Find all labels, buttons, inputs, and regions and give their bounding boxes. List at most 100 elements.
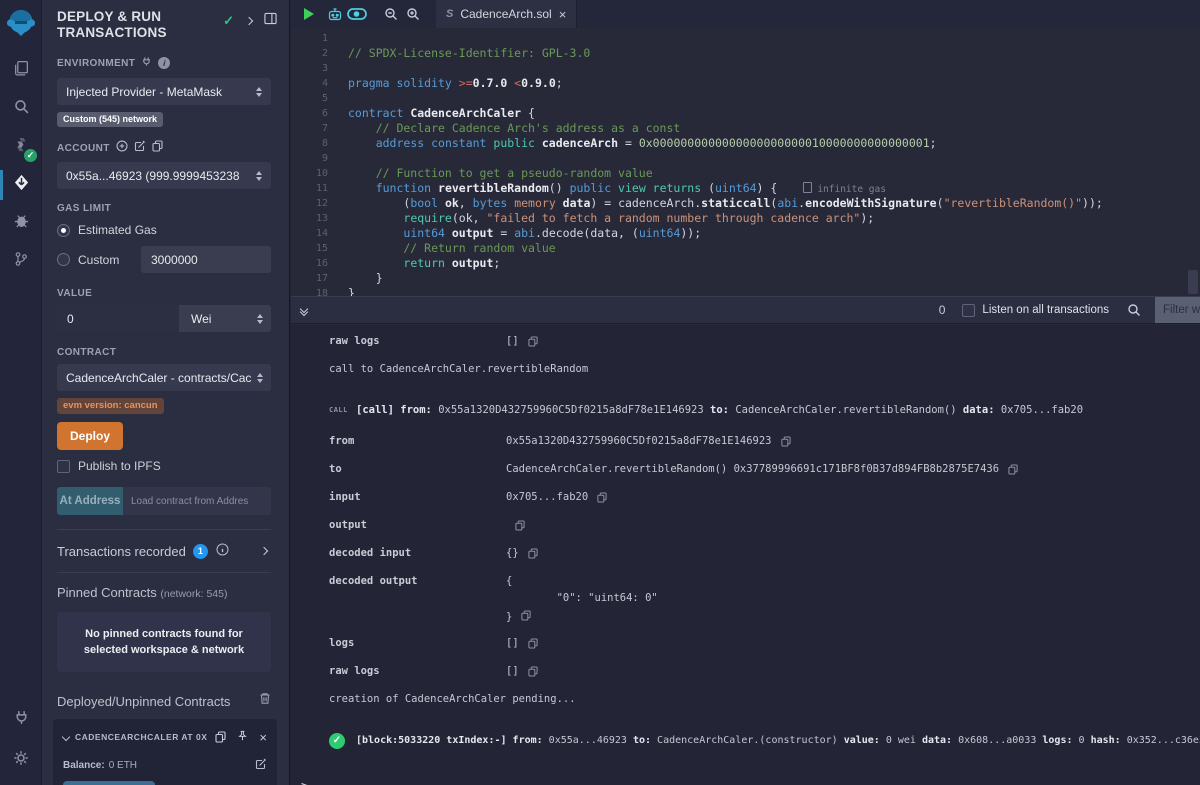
chevron-right-icon[interactable] — [245, 17, 253, 25]
split-view-icon[interactable] — [264, 12, 277, 30]
sidebar-item-debugger[interactable] — [0, 205, 42, 241]
add-account-icon[interactable] — [116, 139, 128, 157]
copy-icon[interactable] — [528, 638, 538, 649]
custom-gas-input[interactable] — [141, 246, 271, 273]
at-address-input[interactable] — [123, 487, 271, 515]
detail-value: [] — [506, 635, 519, 652]
edit-account-icon[interactable] — [134, 139, 146, 157]
listen-all-checkbox[interactable] — [962, 304, 975, 317]
copy-icon[interactable] — [528, 336, 538, 347]
terminal-filter-input[interactable] — [1155, 296, 1200, 324]
value-input[interactable] — [57, 305, 179, 332]
detail-key: raw logs — [329, 663, 506, 680]
sidebar-item-file-explorer[interactable] — [0, 53, 42, 89]
publish-ipfs-checkbox[interactable] — [57, 460, 70, 473]
log-value: CadenceArchCaler.revertibleRandom() — [729, 404, 963, 416]
transactions-recorded-row[interactable]: Transactions recorded 1 — [57, 530, 271, 572]
code-text: uint64 output = abi.decode(data, (uint64… — [348, 226, 701, 241]
search-icon — [13, 98, 30, 120]
deploy-button[interactable]: Deploy — [57, 422, 123, 450]
code-line: 16 return output; — [291, 256, 1200, 271]
evm-version-badge: evm version: cancun — [57, 398, 164, 414]
value-unit-select[interactable]: Wei — [179, 305, 271, 332]
copilot-toggle-icon[interactable] — [346, 3, 368, 25]
copy-icon[interactable] — [597, 492, 607, 503]
pin-icon[interactable] — [237, 728, 248, 746]
estimated-gas-radio[interactable] — [57, 224, 70, 237]
copy-icon[interactable] — [528, 548, 538, 559]
deployed-contract-card: CADENCEARCHCALER AT 0X × — [53, 719, 277, 785]
sidebar-item-solidity-compiler[interactable]: ✓ — [0, 129, 42, 165]
terminal-detail-row: from0x55a1320D432759960C5Df0215a8dF78e1E… — [329, 433, 1200, 450]
terminal-prompt[interactable]: > — [301, 779, 1200, 785]
line-number: 7 — [291, 121, 338, 136]
sidebar-item-settings[interactable] — [0, 741, 42, 779]
code-line: 9 — [291, 151, 1200, 166]
copy-icon[interactable] — [515, 520, 525, 531]
zoom-in-icon[interactable] — [402, 3, 424, 25]
code-text: (bool ok, bytes memory data) = cadenceAr… — [348, 196, 1103, 211]
panel-title: DEPLOY & RUN TRANSACTIONS — [57, 9, 217, 41]
remix-logo[interactable] — [5, 7, 37, 39]
editor-scrollbar[interactable] — [1188, 270, 1198, 294]
git-branch-icon — [13, 251, 29, 272]
chevron-right-icon[interactable] — [260, 547, 268, 555]
sidebar-item-git[interactable] — [0, 243, 42, 279]
terminal[interactable]: raw logs[]call to CadenceArchCaler.rever… — [291, 325, 1200, 785]
fn-button-cadencearch[interactable]: cadenceArch — [63, 781, 155, 785]
sidebar-item-search[interactable] — [0, 91, 42, 127]
log-key: [call] — [356, 404, 394, 416]
zoom-out-icon[interactable] — [380, 3, 402, 25]
custom-gas-label: Custom — [78, 253, 119, 267]
copy-icon[interactable] — [521, 610, 531, 621]
close-icon[interactable]: × — [259, 731, 267, 744]
code-line: 15 // Return random value — [291, 241, 1200, 256]
ai-assistant-icon[interactable] — [324, 3, 346, 25]
account-select[interactable]: 0x55a...46923 (999.9999453238 — [57, 162, 271, 189]
code-editor[interactable]: 12// SPDX-License-Identifier: GPL-3.034p… — [291, 28, 1200, 296]
collapse-chevron-icon[interactable] — [62, 733, 70, 741]
line-number: 10 — [291, 166, 338, 181]
detail-value: CadenceArchCaler.revertibleRandom() 0x37… — [506, 461, 999, 478]
detail-value-line: "0": "uint64: 0" — [506, 590, 658, 607]
at-address-button[interactable]: At Address — [57, 487, 123, 515]
code-line: 12 (bool ok, bytes memory data) = cadenc… — [291, 196, 1200, 211]
detail-value-line: } — [506, 607, 658, 624]
code-line: 10 // Function to get a pseudo-random va… — [291, 166, 1200, 181]
pending-tx-count: 0 — [939, 303, 946, 317]
search-icon[interactable] — [1127, 303, 1141, 317]
info-icon[interactable]: i — [158, 57, 170, 69]
terminal-block-row[interactable]: ✓[block:5033220 txIndex:-] from: 0x55a..… — [329, 732, 1200, 749]
trash-icon[interactable] — [259, 692, 271, 710]
custom-gas-radio[interactable] — [57, 253, 70, 266]
block-summary: [block:5033220 txIndex:-] from: 0x55a...… — [356, 732, 1200, 749]
code-text: // SPDX-License-Identifier: GPL-3.0 — [348, 46, 590, 61]
copy-icon[interactable] — [781, 436, 791, 447]
plug-icon — [13, 709, 30, 731]
stepper-icon — [250, 87, 262, 97]
log-value: 0x705...fab20 — [995, 404, 1084, 416]
copy-icon[interactable] — [528, 666, 538, 677]
sidebar-item-plugin-manager[interactable] — [0, 701, 42, 739]
copy-icon[interactable] — [215, 731, 226, 743]
terminal-detail-row: decoded input{} — [329, 545, 1200, 562]
sidebar-item-deploy-run[interactable] — [0, 167, 42, 203]
terminal-detail-row: logs[] — [329, 635, 1200, 652]
environment-value: Injected Provider - MetaMask — [66, 85, 222, 99]
contract-select[interactable]: CadenceArchCaler - contracts/Cac — [57, 364, 271, 391]
collapse-terminal-icon[interactable] — [301, 306, 307, 315]
run-script-icon[interactable] — [298, 3, 320, 25]
bug-icon — [13, 212, 30, 234]
close-tab-icon[interactable]: × — [559, 8, 567, 21]
environment-select[interactable]: Injected Provider - MetaMask — [57, 78, 271, 105]
copy-icon[interactable] — [1008, 464, 1018, 475]
terminal-call-row[interactable]: call[call] from: 0x55a1320D432759960C5Df… — [329, 402, 1200, 419]
detail-key: to — [329, 461, 506, 478]
line-number: 4 — [291, 76, 338, 91]
edit-icon[interactable] — [255, 758, 267, 773]
copy-account-icon[interactable] — [152, 139, 163, 157]
tab-cadencearch-sol[interactable]: S CadenceArch.sol × — [436, 0, 577, 28]
info-icon[interactable] — [216, 543, 229, 559]
environment-label: ENVIRONMENT — [57, 58, 135, 69]
balance-value: 0 ETH — [109, 760, 137, 771]
